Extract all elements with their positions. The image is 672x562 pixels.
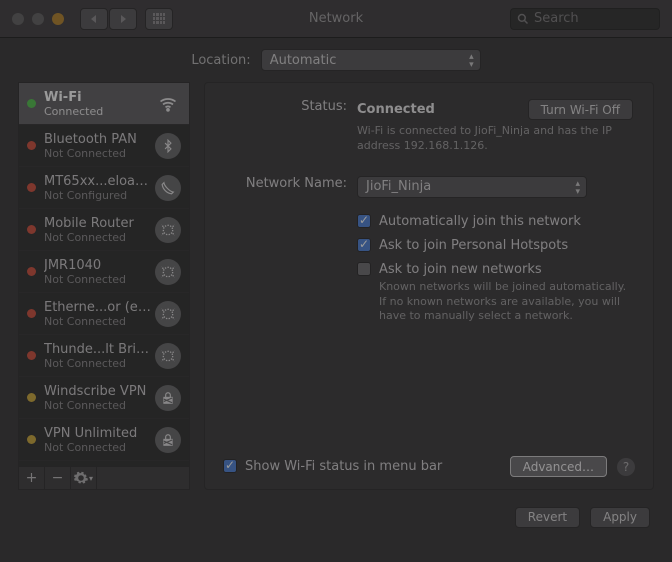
footer: Revert Apply <box>0 490 672 544</box>
forward-button[interactable] <box>109 8 137 30</box>
status-note: Wi-Fi is connected to JioFi_Ninja and ha… <box>357 124 633 154</box>
status-dot-icon <box>27 99 36 108</box>
show-all-button[interactable] <box>145 8 173 30</box>
service-name: Etherne...or (en3) <box>44 300 155 315</box>
status-dot-icon <box>27 309 36 318</box>
service-status: Not Connected <box>44 231 155 244</box>
service-status: Not Connected <box>44 273 155 286</box>
ring-icon <box>155 217 181 243</box>
lock-icon <box>155 385 181 411</box>
advanced-button[interactable]: Advanced… <box>510 456 607 477</box>
location-value: Automatic <box>270 53 337 68</box>
service-status: Not Connected <box>44 357 155 370</box>
chevron-updown-icon: ▴▾ <box>575 180 580 196</box>
service-status: Not Connected <box>44 441 155 454</box>
sidebar-item-wi-fi[interactable]: Wi-FiConnected <box>19 83 189 125</box>
minimize-icon[interactable] <box>32 13 44 25</box>
service-name: Windscribe VPN <box>44 384 155 399</box>
turn-wifi-off-button[interactable]: Turn Wi-Fi Off <box>528 99 633 120</box>
status-dot-icon <box>27 351 36 360</box>
chevron-updown-icon: ▴▾ <box>469 53 474 69</box>
service-status: Connected <box>44 105 155 118</box>
ring-icon <box>155 343 181 369</box>
sidebar-item-bluetooth-pan[interactable]: Bluetooth PANNot Connected <box>19 125 189 167</box>
service-name: Wi-Fi <box>44 90 155 105</box>
ring-icon <box>155 259 181 285</box>
zoom-icon[interactable] <box>52 13 64 25</box>
search-input[interactable]: Search <box>510 8 660 30</box>
back-button[interactable] <box>80 8 108 30</box>
status-dot-icon <box>27 183 36 192</box>
network-name-select[interactable]: JioFi_Ninja ▴▾ <box>357 176 587 198</box>
sidebar-item-thunde-lt-bridge[interactable]: Thunde...lt BridgeNot Connected <box>19 335 189 377</box>
service-status: Not Connected <box>44 399 155 412</box>
network-name-label: Network Name: <box>215 176 357 334</box>
status-dot-icon <box>27 393 36 402</box>
service-options-button[interactable]: ▾ <box>71 467 97 489</box>
ask-hotspot-checkbox[interactable]: Ask to join Personal Hotspots <box>357 238 633 253</box>
service-name: MT65xx...eloader <box>44 174 155 189</box>
chevron-down-icon: ▾ <box>89 474 93 483</box>
gear-icon <box>74 471 88 485</box>
sidebar: Wi-FiConnectedBluetooth PANNot Connected… <box>18 82 190 490</box>
phone-icon <box>155 175 181 201</box>
service-name: JMR1040 <box>44 258 155 273</box>
detail-pane: Status: Connected Turn Wi-Fi Off Wi-Fi i… <box>204 82 654 490</box>
status-dot-icon <box>27 435 36 444</box>
service-name: Mobile Router <box>44 216 155 231</box>
sidebar-item-etherne-or-en3-[interactable]: Etherne...or (en3)Not Connected <box>19 293 189 335</box>
service-name: Bluetooth PAN <box>44 132 155 147</box>
help-button[interactable]: ? <box>617 458 635 476</box>
sidebar-item-jmr1040[interactable]: JMR1040Not Connected <box>19 251 189 293</box>
lock-icon <box>155 427 181 453</box>
remove-service-button[interactable]: − <box>45 467 71 489</box>
bluetooth-icon <box>155 133 181 159</box>
close-icon[interactable] <box>12 13 24 25</box>
titlebar: Network Search <box>0 0 672 38</box>
traffic-lights <box>12 13 64 25</box>
network-name-value: JioFi_Ninja <box>366 179 431 194</box>
service-status: Not Configured <box>44 189 155 202</box>
location-row: Location: Automatic ▴▾ <box>0 38 672 82</box>
sidebar-item-windscribe-vpn[interactable]: Windscribe VPNNot Connected <box>19 377 189 419</box>
search-placeholder: Search <box>534 11 579 26</box>
menubar-status-checkbox[interactable]: Show Wi-Fi status in menu bar <box>223 459 442 474</box>
sidebar-item-vpn-unlimited[interactable]: VPN UnlimitedNot Connected <box>19 419 189 461</box>
service-status: Not Connected <box>44 147 155 160</box>
sidebar-item-mobile-router[interactable]: Mobile RouterNot Connected <box>19 209 189 251</box>
location-select[interactable]: Automatic ▴▾ <box>261 49 481 71</box>
revert-button[interactable]: Revert <box>515 507 580 528</box>
search-icon <box>517 13 529 25</box>
apply-button[interactable]: Apply <box>590 507 650 528</box>
location-label: Location: <box>191 53 250 68</box>
status-dot-icon <box>27 267 36 276</box>
service-status: Not Connected <box>44 315 155 328</box>
add-service-button[interactable]: + <box>19 467 45 489</box>
service-list[interactable]: Wi-FiConnectedBluetooth PANNot Connected… <box>18 82 190 467</box>
service-name: Thunde...lt Bridge <box>44 342 155 357</box>
status-label: Status: <box>215 99 357 114</box>
sidebar-item-mt65xx-eloader[interactable]: MT65xx...eloaderNot Configured <box>19 167 189 209</box>
sidebar-toolbar: + − ▾ <box>18 467 190 490</box>
status-dot-icon <box>27 141 36 150</box>
window-title: Network <box>309 11 363 26</box>
wifi-icon <box>155 91 181 117</box>
ask-new-networks-checkbox[interactable]: Ask to join new networks Known networks … <box>357 262 633 325</box>
ring-icon <box>155 301 181 327</box>
service-name: VPN Unlimited <box>44 426 155 441</box>
auto-join-checkbox[interactable]: Automatically join this network <box>357 214 633 229</box>
status-dot-icon <box>27 225 36 234</box>
status-value: Connected <box>357 102 435 117</box>
